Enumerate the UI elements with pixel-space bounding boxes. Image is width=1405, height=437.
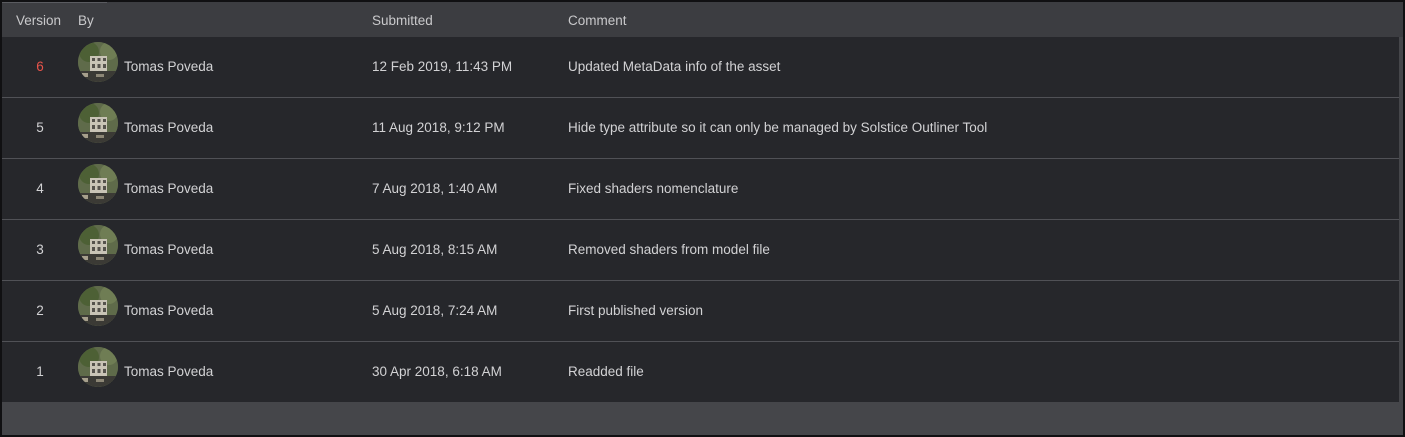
comment-text: Fixed shaders nomenclature bbox=[568, 181, 739, 196]
submitted-date: 5 Aug 2018, 8:15 AM bbox=[372, 242, 498, 257]
avatar-photo bbox=[78, 103, 118, 143]
table-row[interactable]: 1 Tomas Poveda 30 Apr 2018, 6:18 AM Read… bbox=[2, 342, 1399, 403]
comment-text: Hide type attribute so it can only be ma… bbox=[568, 120, 988, 135]
table-footer bbox=[2, 402, 1403, 435]
version-number: 5 bbox=[36, 120, 44, 135]
comment-text: Readded file bbox=[568, 364, 644, 379]
version-number: 1 bbox=[36, 364, 44, 379]
version-number: 2 bbox=[36, 303, 44, 318]
table-row[interactable]: 3 Tomas Poveda 5 Aug 2018, 8:15 AM Remov… bbox=[2, 220, 1399, 281]
column-header-comment[interactable]: Comment bbox=[568, 13, 627, 29]
comment-text: First published version bbox=[568, 303, 704, 318]
user-name: Tomas Poveda bbox=[124, 59, 214, 74]
user-avatar-icon bbox=[78, 347, 118, 387]
column-header-version[interactable]: Version bbox=[16, 13, 61, 29]
user-name: Tomas Poveda bbox=[124, 364, 214, 379]
avatar-photo bbox=[78, 286, 118, 326]
submitted-date: 30 Apr 2018, 6:18 AM bbox=[372, 364, 502, 379]
avatar-photo bbox=[78, 42, 118, 82]
table-row[interactable]: 6 Tomas Poveda 12 Feb 2019, 11:43 PM Upd… bbox=[2, 37, 1399, 98]
user-name: Tomas Poveda bbox=[124, 242, 214, 257]
version-number: 3 bbox=[36, 242, 44, 257]
user-name: Tomas Poveda bbox=[124, 181, 214, 196]
user-avatar-icon bbox=[78, 286, 118, 326]
user-avatar-icon bbox=[78, 164, 118, 204]
user-name: Tomas Poveda bbox=[124, 120, 214, 135]
version-history-panel: Version By Submitted Comment 6 Tomas Pov… bbox=[0, 0, 1405, 437]
table-row[interactable]: 2 Tomas Poveda 5 Aug 2018, 7:24 AM First… bbox=[2, 281, 1399, 342]
avatar-photo bbox=[78, 225, 118, 265]
avatar-photo bbox=[78, 164, 118, 204]
version-list: 6 Tomas Poveda 12 Feb 2019, 11:43 PM Upd… bbox=[2, 37, 1399, 403]
comment-text: Updated MetaData info of the asset bbox=[568, 59, 781, 74]
comment-text: Removed shaders from model file bbox=[568, 242, 770, 257]
version-number: 4 bbox=[36, 181, 44, 196]
column-header-by[interactable]: By bbox=[78, 13, 94, 29]
submitted-date: 11 Aug 2018, 9:12 PM bbox=[372, 120, 505, 135]
table-row[interactable]: 4 Tomas Poveda 7 Aug 2018, 1:40 AM Fixed… bbox=[2, 159, 1399, 220]
user-name: Tomas Poveda bbox=[124, 303, 214, 318]
submitted-date: 7 Aug 2018, 1:40 AM bbox=[372, 181, 498, 196]
submitted-date: 5 Aug 2018, 7:24 AM bbox=[372, 303, 498, 318]
user-avatar-icon bbox=[78, 42, 118, 82]
user-avatar-icon bbox=[78, 103, 118, 143]
version-number: 6 bbox=[36, 59, 44, 74]
submitted-date: 12 Feb 2019, 11:43 PM bbox=[372, 59, 513, 74]
table-row[interactable]: 5 Tomas Poveda 11 Aug 2018, 9:12 PM Hide… bbox=[2, 98, 1399, 159]
table-header: Version By Submitted Comment bbox=[2, 2, 1403, 37]
avatar-photo bbox=[78, 347, 118, 387]
user-avatar-icon bbox=[78, 225, 118, 265]
header-divider bbox=[2, 2, 107, 3]
column-header-submitted[interactable]: Submitted bbox=[372, 13, 433, 29]
